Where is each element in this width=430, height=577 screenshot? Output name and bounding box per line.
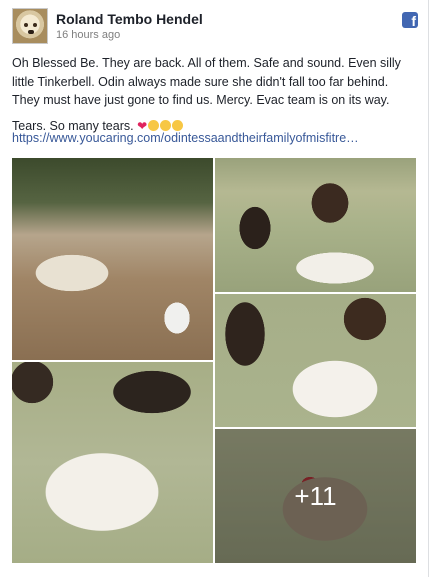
post-header: Roland Tembo Hendel 16 hours ago f (12, 8, 418, 48)
more-photos-count: +11 (294, 480, 337, 511)
photo-dog-with-goats[interactable] (215, 158, 416, 292)
author-name[interactable]: Roland Tembo Hendel (56, 11, 203, 27)
sad-face-emoji-icon (148, 119, 160, 131)
photo-white-dog-closeup[interactable] (12, 362, 213, 563)
author-avatar[interactable] (12, 8, 48, 44)
post-paragraph-1: Oh Blessed Be. They are back. All of the… (12, 56, 401, 107)
photo-grid: +11 (12, 158, 416, 563)
post-body: Oh Blessed Be. They are back. All of the… (12, 54, 418, 142)
sad-face-emoji-icon (160, 119, 172, 131)
more-photos-overlay[interactable]: +11 (215, 429, 416, 563)
photo-white-dog-lying[interactable] (215, 294, 416, 427)
photo-people-with-dogs-and-goats[interactable] (12, 158, 213, 360)
facebook-logo-icon[interactable]: f (402, 12, 418, 28)
post-timestamp[interactable]: 16 hours ago (56, 29, 120, 41)
crying-face-emoji-icon (172, 119, 184, 131)
fundraiser-link[interactable]: https://www.youcaring.com/odintessaandth… (12, 131, 359, 145)
facebook-post: Roland Tembo Hendel 16 hours ago f Oh Bl… (0, 0, 429, 577)
photo-more[interactable]: +11 (215, 429, 416, 563)
